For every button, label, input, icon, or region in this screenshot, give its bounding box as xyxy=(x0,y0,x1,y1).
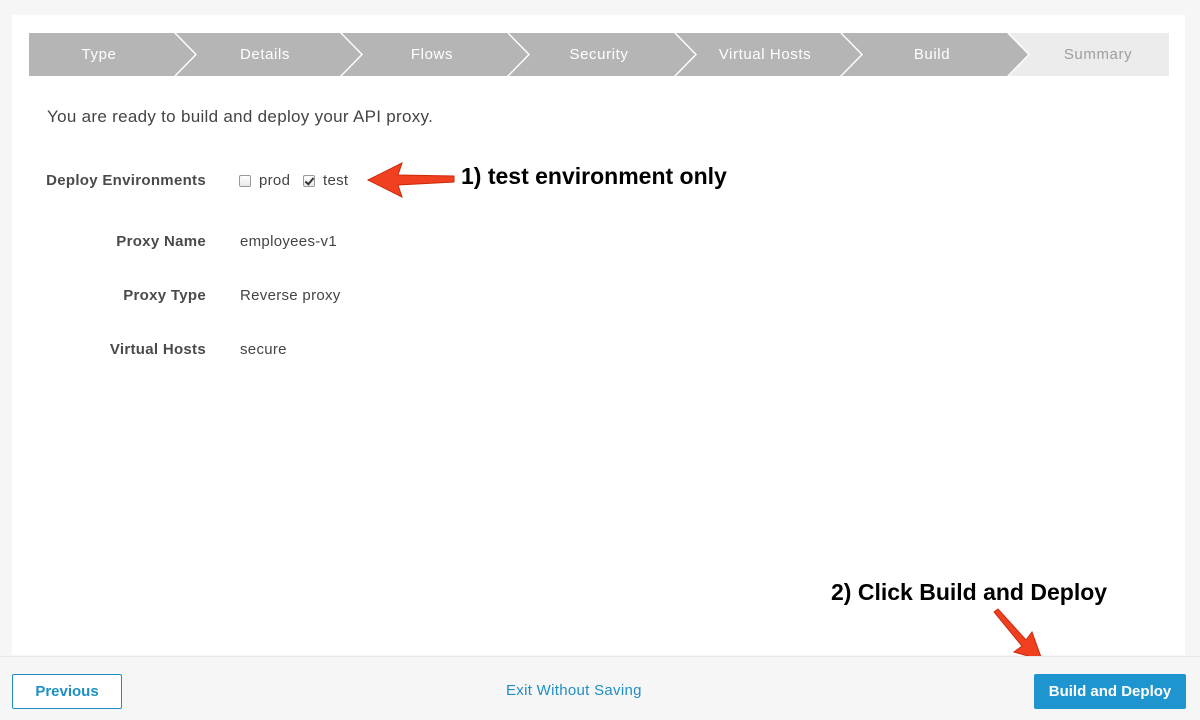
env-option-test[interactable]: test xyxy=(303,172,348,189)
annotation-arrow-left-icon xyxy=(366,162,455,198)
step-flows[interactable]: Flows xyxy=(362,33,502,76)
step-virtual-hosts[interactable]: Virtual Hosts xyxy=(695,33,835,76)
proxy-type-label: Proxy Type xyxy=(123,287,206,304)
annotation-build-deploy: 2) Click Build and Deploy xyxy=(831,579,1108,605)
virtual-hosts-value: secure xyxy=(240,341,287,358)
deploy-environments-label: Deploy Environments xyxy=(46,172,206,189)
prod-label[interactable]: prod xyxy=(259,172,290,189)
proxy-type-value: Reverse proxy xyxy=(240,287,341,304)
annotation-test-environment: 1) test environment only xyxy=(461,163,727,189)
test-checkbox[interactable] xyxy=(303,174,315,187)
wizard-steps: Type Details Flows Security Virtual Host… xyxy=(29,33,1169,76)
step-type[interactable]: Type xyxy=(29,33,169,76)
proxy-name-value: employees-v1 xyxy=(240,233,337,250)
exit-without-saving-link[interactable]: Exit Without Saving xyxy=(506,682,642,699)
env-option-prod[interactable]: prod xyxy=(239,172,290,189)
test-label[interactable]: test xyxy=(323,172,348,189)
step-build[interactable]: Build xyxy=(862,33,1002,76)
previous-button[interactable]: Previous xyxy=(12,674,122,709)
intro-text: You are ready to build and deploy your A… xyxy=(47,107,434,126)
proxy-name-label: Proxy Name xyxy=(116,233,206,250)
virtual-hosts-label: Virtual Hosts xyxy=(109,341,206,358)
annotation-arrow-down-right-icon xyxy=(993,608,1043,661)
step-security[interactable]: Security xyxy=(529,33,669,76)
step-summary: Summary xyxy=(1063,46,1133,63)
prod-checkbox[interactable] xyxy=(239,174,251,187)
step-details[interactable]: Details xyxy=(195,33,335,76)
build-and-deploy-button[interactable]: Build and Deploy xyxy=(1034,674,1186,709)
